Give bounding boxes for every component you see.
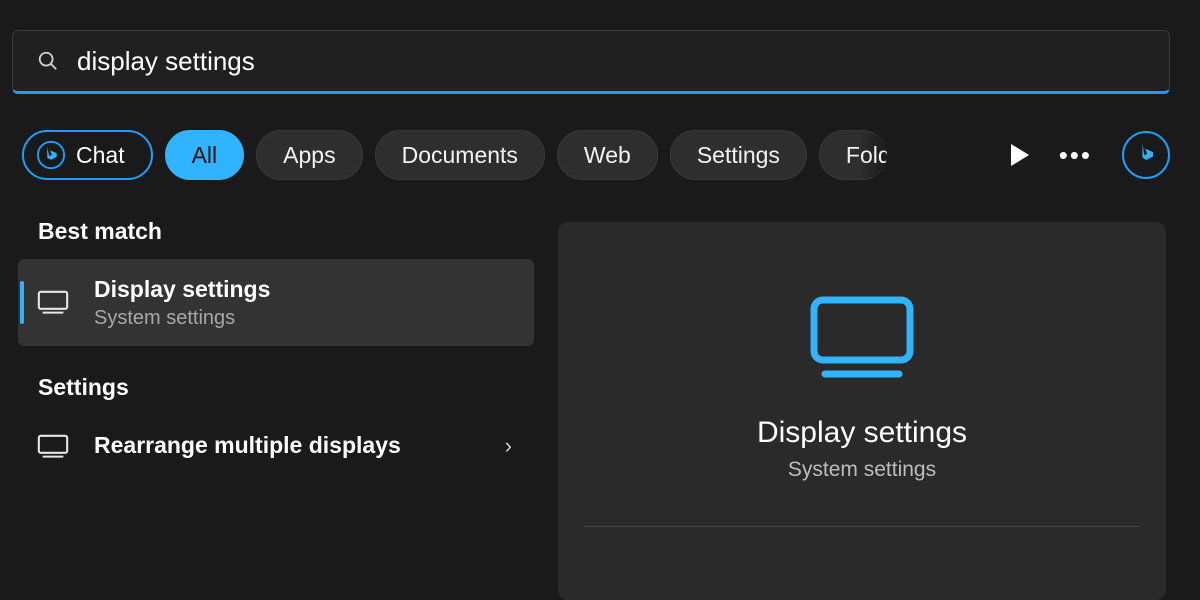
best-match-header: Best match: [0, 200, 552, 259]
preview-pane: Display settings System settings: [558, 222, 1166, 600]
search-icon: [37, 50, 59, 72]
filter-all[interactable]: All: [165, 130, 245, 180]
filter-all-label: All: [192, 142, 218, 169]
play-icon[interactable]: [1011, 144, 1029, 166]
best-match-result[interactable]: Display settings System settings: [18, 259, 534, 346]
result-title: Display settings: [94, 275, 516, 305]
toolbar-right: •••: [1011, 131, 1170, 179]
chat-pill[interactable]: Chat: [22, 130, 153, 180]
monitor-icon: [807, 294, 917, 382]
filter-apps-label: Apps: [283, 142, 335, 169]
result-title: Rearrange multiple displays: [94, 431, 481, 461]
bing-icon: [1132, 139, 1160, 172]
results-list: Best match Display settings System setti…: [0, 200, 552, 600]
result-subtitle: System settings: [94, 307, 516, 330]
filter-folders-label: Fold: [846, 142, 887, 169]
divider: [584, 526, 1140, 527]
filter-documents[interactable]: Documents: [375, 130, 545, 180]
preview-subtitle: System settings: [788, 458, 936, 482]
filter-documents-label: Documents: [402, 142, 518, 169]
filter-settings[interactable]: Settings: [670, 130, 807, 180]
monitor-icon: [36, 288, 70, 316]
bing-icon: [36, 140, 66, 170]
settings-header: Settings: [0, 356, 552, 415]
settings-result-rearrange-displays[interactable]: Rearrange multiple displays ›: [18, 415, 534, 477]
filter-row: Chat All Apps Documents Web Settings Fol…: [22, 128, 1170, 182]
preview-title: Display settings: [757, 416, 967, 450]
filter-folders[interactable]: Fold: [819, 130, 887, 180]
filter-apps[interactable]: Apps: [256, 130, 362, 180]
more-button[interactable]: •••: [1059, 140, 1092, 171]
result-text: Display settings System settings: [94, 275, 516, 330]
bing-launch-button[interactable]: [1122, 131, 1170, 179]
search-input[interactable]: [77, 46, 1145, 77]
chevron-right-icon: ›: [505, 433, 516, 459]
filter-web-label: Web: [584, 142, 631, 169]
filter-settings-label: Settings: [697, 142, 780, 169]
result-text: Rearrange multiple displays: [94, 431, 481, 461]
chat-label: Chat: [76, 142, 125, 169]
search-bar[interactable]: [12, 30, 1170, 94]
filter-web[interactable]: Web: [557, 130, 658, 180]
monitor-icon: [36, 432, 70, 460]
